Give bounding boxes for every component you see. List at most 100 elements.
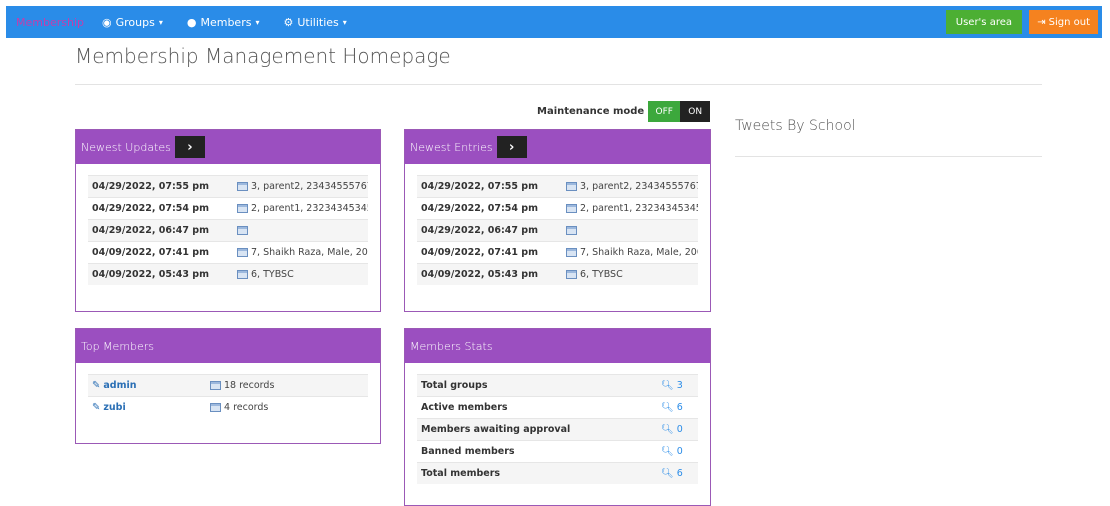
newest-entries-panel: Newest Entries › 04/29/2022, 07:55 pm 3, … (404, 129, 711, 312)
stat-value-link[interactable]: 🔍︎ 0 (661, 424, 698, 435)
search-icon: 🔍︎ (661, 446, 674, 457)
table-icon (237, 204, 248, 213)
chevron-right-icon[interactable]: › (174, 136, 205, 158)
table-icon (237, 270, 248, 279)
maintenance-toggle[interactable]: OFF ON (648, 101, 711, 122)
brand-link[interactable]: Membership (16, 16, 102, 29)
table-icon (237, 248, 248, 257)
row-date: 04/09/2022, 05:43 pm (421, 269, 538, 280)
row-date: 04/29/2022, 06:47 pm (92, 225, 209, 236)
nav-utilities-label: Utilities (297, 15, 339, 29)
nav-groups-label: Groups (115, 15, 155, 29)
member-link[interactable]: ✎ admin (88, 380, 210, 391)
nav-members-label: Members (200, 15, 252, 29)
sign-out-icon: ⇥ (1037, 16, 1046, 28)
pencil-icon: ✎ (92, 402, 101, 413)
panel-title: Top Members (81, 339, 155, 353)
table-row[interactable]: 04/09/2022, 07:41 pm 7, Shaikh Raza, Male… (88, 241, 368, 263)
panel-header: Members Stats (405, 329, 710, 363)
table-row: Active members 🔍︎ 6 (417, 396, 698, 418)
stat-label: Banned members (421, 446, 515, 457)
row-date: 04/29/2022, 07:54 pm (421, 203, 538, 214)
maintenance-label: Maintenance mode (537, 106, 645, 117)
row-text: 2, parent1, 23234345345, ... (580, 203, 698, 214)
stat-label: Members awaiting approval (421, 424, 571, 435)
table-row[interactable]: 04/29/2022, 07:55 pm 3, parent2, 23434555… (88, 175, 368, 197)
chevron-right-icon[interactable]: › (496, 136, 527, 158)
table-row[interactable]: 04/29/2022, 06:47 pm (417, 219, 698, 241)
table-icon (237, 182, 248, 191)
row-text: 3, parent2, 23434555767, ... (580, 181, 698, 192)
table-row: Total members 🔍︎ 6 (417, 462, 698, 484)
records-link[interactable]: 18 records (224, 380, 274, 391)
table-icon (566, 248, 577, 257)
stat-value-link[interactable]: 🔍︎ 0 (661, 446, 698, 457)
nav-groups-dropdown[interactable]: ◉ Groups ▾ (102, 16, 163, 29)
records-link[interactable]: 4 records (224, 402, 268, 413)
table-icon (566, 204, 577, 213)
sign-out-label: Sign out (1048, 16, 1090, 28)
table-row[interactable]: 04/29/2022, 07:54 pm 2, parent1, 23234345… (417, 197, 698, 219)
user-icon: ● (186, 15, 197, 29)
search-icon: 🔍︎ (661, 424, 674, 435)
nav-members-dropdown[interactable]: ● Members ▾ (187, 16, 260, 29)
table-row: Banned members 🔍︎ 0 (417, 440, 698, 462)
sign-out-button[interactable]: ⇥ Sign out (1029, 10, 1098, 34)
row-date: 04/29/2022, 07:55 pm (421, 181, 538, 192)
table-row[interactable]: 04/09/2022, 05:43 pm 6, TYBSC (88, 263, 368, 285)
table-row: Total groups 🔍︎ 3 (417, 374, 698, 396)
panel-header: Newest Entries › (405, 130, 710, 164)
maintenance-on-button[interactable]: ON (680, 101, 711, 122)
stat-value-link[interactable]: 🔍︎ 6 (661, 468, 698, 479)
newest-updates-panel: Newest Updates › 04/29/2022, 07:55 pm 3, … (75, 129, 381, 312)
chevron-down-icon: ▾ (158, 17, 163, 27)
tweets-title: Tweets By School (735, 118, 856, 134)
divider (735, 156, 1042, 157)
table-icon (566, 182, 577, 191)
table-row[interactable]: 04/29/2022, 07:54 pm 2, parent1, 23234345… (88, 197, 368, 219)
pencil-icon: ✎ (92, 380, 101, 391)
row-text: 7, Shaikh Raza, Male, 2003... (580, 247, 698, 258)
cog-icon: ⚙ (283, 15, 294, 29)
search-icon: 🔍︎ (661, 402, 674, 413)
row-text: 6, TYBSC (580, 269, 623, 280)
table-icon (237, 226, 248, 235)
list-item: ✎ zubi 4 records (88, 396, 368, 418)
panel-header: Top Members (76, 329, 380, 363)
row-date: 04/29/2022, 07:54 pm (92, 203, 209, 214)
table-row[interactable]: 04/29/2022, 06:47 pm (88, 219, 368, 241)
panel-title: Members Stats (410, 339, 493, 353)
row-date: 04/09/2022, 07:41 pm (421, 247, 538, 258)
users-area-button[interactable]: User's area (945, 10, 1022, 34)
table-row[interactable]: 04/09/2022, 05:43 pm 6, TYBSC (417, 263, 698, 285)
row-text: 6, TYBSC (251, 269, 294, 280)
table-row[interactable]: 04/09/2022, 07:41 pm 7, Shaikh Raza, Male… (417, 241, 698, 263)
nav-utilities-dropdown[interactable]: ⚙ Utilities ▾ (283, 16, 346, 29)
table-icon (566, 226, 577, 235)
stat-label: Total groups (421, 380, 488, 391)
maintenance-off-button[interactable]: OFF (648, 101, 681, 122)
row-date: 04/29/2022, 07:55 pm (92, 181, 209, 192)
row-date: 04/29/2022, 06:47 pm (421, 225, 538, 236)
search-icon: 🔍︎ (661, 380, 674, 391)
panel-title: Newest Updates (81, 140, 171, 154)
panel-title: Newest Entries (410, 140, 493, 154)
top-members-panel: Top Members ✎ admin 18 records ✎ zubi 4 re… (75, 328, 381, 444)
table-icon (210, 381, 221, 390)
page-title: Membership Management Homepage (75, 44, 451, 68)
table-icon (566, 270, 577, 279)
table-row: Members awaiting approval 🔍︎ 0 (417, 418, 698, 440)
row-text: 7, Shaikh Raza, Male, 2003... (251, 247, 368, 258)
top-navbar: Membership ◉ Groups ▾ ● Members ▾ ⚙ Util… (6, 6, 1102, 38)
member-link[interactable]: ✎ zubi (88, 402, 210, 413)
stat-value-link[interactable]: 🔍︎ 3 (661, 380, 698, 391)
row-date: 04/09/2022, 05:43 pm (92, 269, 209, 280)
table-row[interactable]: 04/29/2022, 07:55 pm 3, parent2, 23434555… (417, 175, 698, 197)
chevron-down-icon: ▾ (342, 17, 347, 27)
panel-header: Newest Updates › (76, 130, 380, 164)
table-icon (210, 403, 221, 412)
globe-icon: ◉ (102, 15, 112, 29)
search-icon: 🔍︎ (661, 468, 674, 479)
chevron-down-icon: ▾ (255, 17, 260, 27)
stat-value-link[interactable]: 🔍︎ 6 (661, 402, 698, 413)
